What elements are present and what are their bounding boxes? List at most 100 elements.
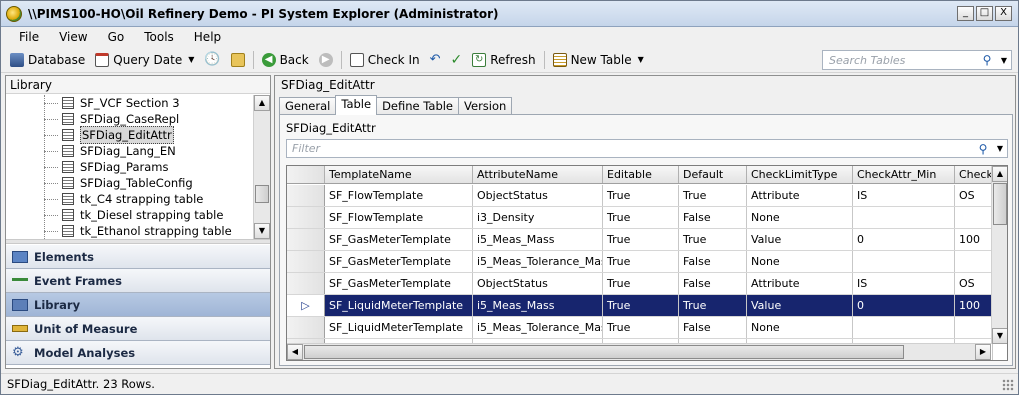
table-cell[interactable]: IS — [853, 185, 955, 206]
scroll-thumb[interactable] — [993, 183, 1007, 225]
table-cell[interactable]: SF_LiquidMeterTemplate — [325, 295, 473, 316]
table-cell[interactable]: SF_GasMeterTemplate — [325, 229, 473, 250]
minimize-button[interactable]: _ — [957, 6, 974, 21]
table-cell[interactable]: IS — [853, 273, 955, 294]
filter-input[interactable]: Filter ⚲ ▼ — [286, 139, 1008, 158]
table-cell[interactable]: True — [679, 295, 747, 316]
table-row-selected[interactable]: ▷ SF_LiquidMeterTemplate i5_Meas_Mass True T… — [287, 295, 993, 317]
table-cell[interactable]: ObjectStatus — [473, 185, 603, 206]
table-cell[interactable]: ObjectStatus — [473, 273, 603, 294]
checkmark-button[interactable]: ✓ — [446, 49, 468, 71]
table-cell[interactable]: False — [679, 251, 747, 272]
table-cell[interactable]: True — [603, 251, 679, 272]
row-header[interactable] — [287, 185, 325, 206]
table-cell[interactable]: True — [603, 273, 679, 294]
search-dropdown-icon[interactable]: ▼ — [997, 56, 1011, 65]
table-cell[interactable]: None — [747, 251, 853, 272]
tree-item[interactable]: SFDiag_Params — [6, 159, 254, 175]
table-row[interactable]: SF_GasMeterTemplate i5_Meas_Mass True True V… — [287, 229, 993, 251]
close-button[interactable]: X — [995, 6, 1012, 21]
table-cell[interactable]: 100 — [955, 229, 993, 250]
table-cell[interactable]: i5_Meas_Tolerance_Mass — [473, 317, 603, 338]
scroll-left-icon[interactable]: ◀ — [287, 344, 303, 360]
table-cell[interactable] — [955, 251, 993, 272]
table-cell[interactable]: False — [679, 273, 747, 294]
menu-help[interactable]: Help — [184, 30, 231, 44]
table-cell[interactable]: i5_Meas_Mass — [473, 295, 603, 316]
table-cell[interactable]: SF_LiquidMeterTemplate — [325, 317, 473, 338]
tree-item[interactable]: tk_Diesel strapping table — [6, 207, 254, 223]
table-cell[interactable]: 0 — [853, 295, 955, 316]
table-cell[interactable]: i5_Meas_Mass — [473, 229, 603, 250]
check-in-button[interactable]: Check In — [345, 49, 425, 71]
row-header[interactable] — [287, 251, 325, 272]
table-cell[interactable]: Attribute — [747, 185, 853, 206]
row-header[interactable] — [287, 273, 325, 294]
table-row[interactable]: SF_FlowTemplate ObjectStatus True True Attri… — [287, 185, 993, 207]
database-button[interactable]: Database — [5, 49, 90, 71]
filter-dropdown-icon[interactable]: ▼ — [993, 144, 1007, 153]
table-cell[interactable] — [853, 207, 955, 228]
refresh-folders-button[interactable] — [226, 49, 250, 71]
grid-horizontal-scrollbar[interactable]: ◀ ▶ — [287, 343, 991, 360]
table-row[interactable]: SF_GasMeterTemplate ObjectStatus True False… — [287, 273, 993, 295]
scroll-thumb[interactable] — [304, 345, 904, 359]
grid-vertical-scrollbar[interactable]: ▲ ▼ — [991, 166, 1007, 344]
tree-item[interactable]: tk_Ethanol strapping table — [6, 223, 254, 239]
table-cell[interactable]: True — [679, 229, 747, 250]
scroll-up-icon[interactable]: ▲ — [992, 166, 1007, 182]
table-cell[interactable]: i5_Meas_Tolerance_Mass — [473, 251, 603, 272]
row-header[interactable] — [287, 229, 325, 250]
dropdown-arrow-icon[interactable]: ▼ — [638, 55, 644, 64]
table-cell[interactable]: SF_GasMeterTemplate — [325, 251, 473, 272]
table-cell[interactable]: 100 — [955, 295, 993, 316]
tab-version[interactable]: Version — [458, 97, 513, 115]
table-cell[interactable]: i3_Density — [473, 207, 603, 228]
library-scrollbar[interactable]: ▲ ▼ — [253, 95, 270, 239]
table-row[interactable]: SF_LiquidMeterTemplate i5_Meas_Tolerance_… — [287, 317, 993, 339]
column-header[interactable]: CheckAttr_Min — [853, 166, 955, 183]
nav-library[interactable]: Library — [6, 293, 270, 317]
undo-checkout-button[interactable]: ↶ — [425, 49, 446, 71]
column-header[interactable]: CheckLimitType — [747, 166, 853, 183]
scroll-up-icon[interactable]: ▲ — [254, 95, 270, 111]
tab-define-table[interactable]: Define Table — [376, 97, 460, 115]
tree-item[interactable]: SFDiag_TableConfig — [6, 175, 254, 191]
column-header[interactable]: Default — [679, 166, 747, 183]
scroll-down-icon[interactable]: ▼ — [254, 223, 270, 239]
current-row-indicator-icon[interactable]: ▷ — [287, 295, 325, 316]
table-cell[interactable]: True — [603, 295, 679, 316]
nav-elements[interactable]: Elements — [6, 245, 270, 269]
tree-item[interactable]: SF_VCF Section 3 — [6, 95, 254, 111]
forward-button[interactable]: ▶ — [314, 49, 338, 71]
column-header[interactable]: Editable — [603, 166, 679, 183]
table-cell[interactable]: True — [679, 185, 747, 206]
column-header[interactable]: AttributeName — [473, 166, 603, 183]
tree-item[interactable]: tk_C4 strapping table — [6, 191, 254, 207]
table-cell[interactable] — [955, 207, 993, 228]
tab-table[interactable]: Table — [335, 95, 378, 115]
column-header[interactable]: TemplateName — [325, 166, 473, 183]
tree-item[interactable]: SFDiag_CaseRepl — [6, 111, 254, 127]
table-cell[interactable]: True — [603, 185, 679, 206]
menu-view[interactable]: View — [49, 30, 97, 44]
table-cell[interactable]: Attribute — [747, 273, 853, 294]
back-button[interactable]: ◀ Back — [257, 49, 314, 71]
scroll-thumb[interactable] — [255, 185, 269, 203]
pane-splitter[interactable] — [6, 239, 270, 244]
table-cell[interactable]: 0 — [853, 229, 955, 250]
table-cell[interactable] — [853, 251, 955, 272]
clock-button[interactable]: 🕓 — [199, 49, 225, 71]
table-cell[interactable]: True — [603, 207, 679, 228]
table-cell[interactable]: SF_FlowTemplate — [325, 185, 473, 206]
table-cell[interactable]: True — [603, 317, 679, 338]
refresh-button[interactable]: ↻ Refresh — [467, 49, 540, 71]
search-tables-input[interactable]: Search Tables ⚲ ▼ — [822, 50, 1012, 70]
menu-tools[interactable]: Tools — [134, 30, 184, 44]
search-icon[interactable]: ⚲ — [979, 53, 995, 67]
nav-model-analyses[interactable]: ⚙ Model Analyses — [6, 341, 270, 365]
table-cell[interactable] — [853, 317, 955, 338]
maximize-button[interactable]: □ — [976, 6, 993, 21]
search-icon[interactable]: ⚲ — [975, 142, 991, 156]
tree-item[interactable]: SFDiag_Lang_EN — [6, 143, 254, 159]
